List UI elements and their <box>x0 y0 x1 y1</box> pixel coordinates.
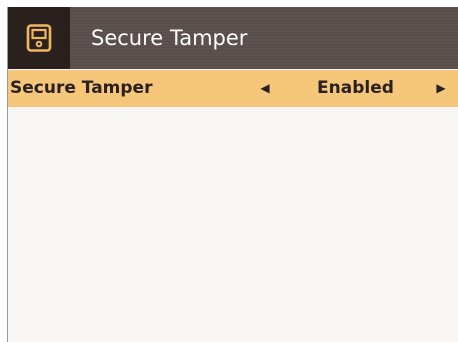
settings-screen: Secure Tamper Secure Tamper ◀ Enabled ▶ <box>7 7 458 342</box>
arrow-right-icon[interactable]: ▶ <box>431 70 451 107</box>
arrow-left-icon[interactable]: ◀ <box>255 70 275 107</box>
page-title: Secure Tamper <box>91 26 248 50</box>
setting-row-secure-tamper[interactable]: Secure Tamper ◀ Enabled ▶ <box>8 70 458 107</box>
header-bar: Secure Tamper <box>8 7 458 69</box>
device-icon <box>26 24 52 52</box>
setting-label: Secure Tamper <box>10 78 153 98</box>
setting-value: Enabled <box>317 78 394 98</box>
header-icon-container <box>8 7 70 69</box>
